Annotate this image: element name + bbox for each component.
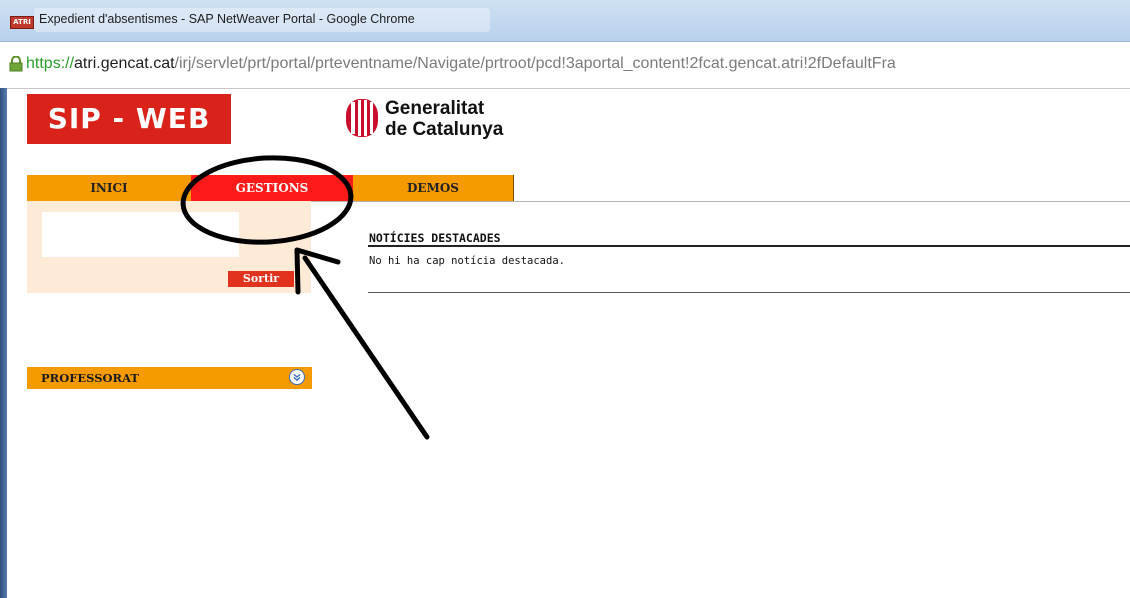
news-divider-top	[368, 245, 1130, 247]
sip-web-logo: SIP - WEB	[27, 94, 231, 144]
sidebar-panel-label: PROFESSORAT	[41, 371, 139, 385]
news-empty-message: No hi ha cap notícia destacada.	[369, 255, 565, 267]
user-info-box	[42, 212, 239, 257]
address-bar[interactable]: https://atri.gencat.cat/irj/servlet/prt/…	[0, 41, 1130, 89]
annotation-arrow	[294, 247, 430, 440]
generalitat-logo-text: Generalitat de Catalunya	[385, 98, 503, 140]
annotation-overlay	[180, 155, 430, 440]
sidebar-panel-professorat[interactable]: PROFESSORAT	[27, 367, 312, 389]
url-text[interactable]: https://atri.gencat.cat/irj/servlet/prt/…	[26, 55, 896, 73]
window-title-bar: ATRI Expedient d'absentismes - SAP NetWe…	[0, 0, 1130, 41]
generalitat-line1: Generalitat	[385, 98, 485, 119]
generalitat-line2: de Catalunya	[385, 119, 504, 140]
url-scheme: https://	[26, 55, 75, 72]
news-heading: NOTÍCIES DESTACADES	[369, 231, 501, 245]
user-panel: Sortir	[27, 201, 311, 293]
top-nav-tabs: INICI GESTIONS DEMOS	[27, 175, 1130, 202]
lock-icon	[9, 56, 23, 72]
tab-gestions[interactable]: GESTIONS	[191, 175, 353, 201]
logout-button[interactable]: Sortir	[228, 271, 294, 287]
chevron-double-down-icon[interactable]	[289, 369, 305, 385]
tab-inici[interactable]: INICI	[27, 175, 191, 201]
news-divider-bottom	[368, 292, 1130, 293]
url-host: atri.gencat.cat	[74, 55, 175, 72]
tab-demos[interactable]: DEMOS	[353, 175, 514, 201]
url-path: /irj/servlet/prt/portal/prteventname/Nav…	[174, 55, 896, 72]
generalitat-emblem-icon	[346, 99, 378, 137]
window-frame-left	[0, 88, 7, 598]
app-icon: ATRI	[10, 16, 34, 29]
window-title: Expedient d'absentismes - SAP NetWeaver …	[39, 12, 415, 26]
